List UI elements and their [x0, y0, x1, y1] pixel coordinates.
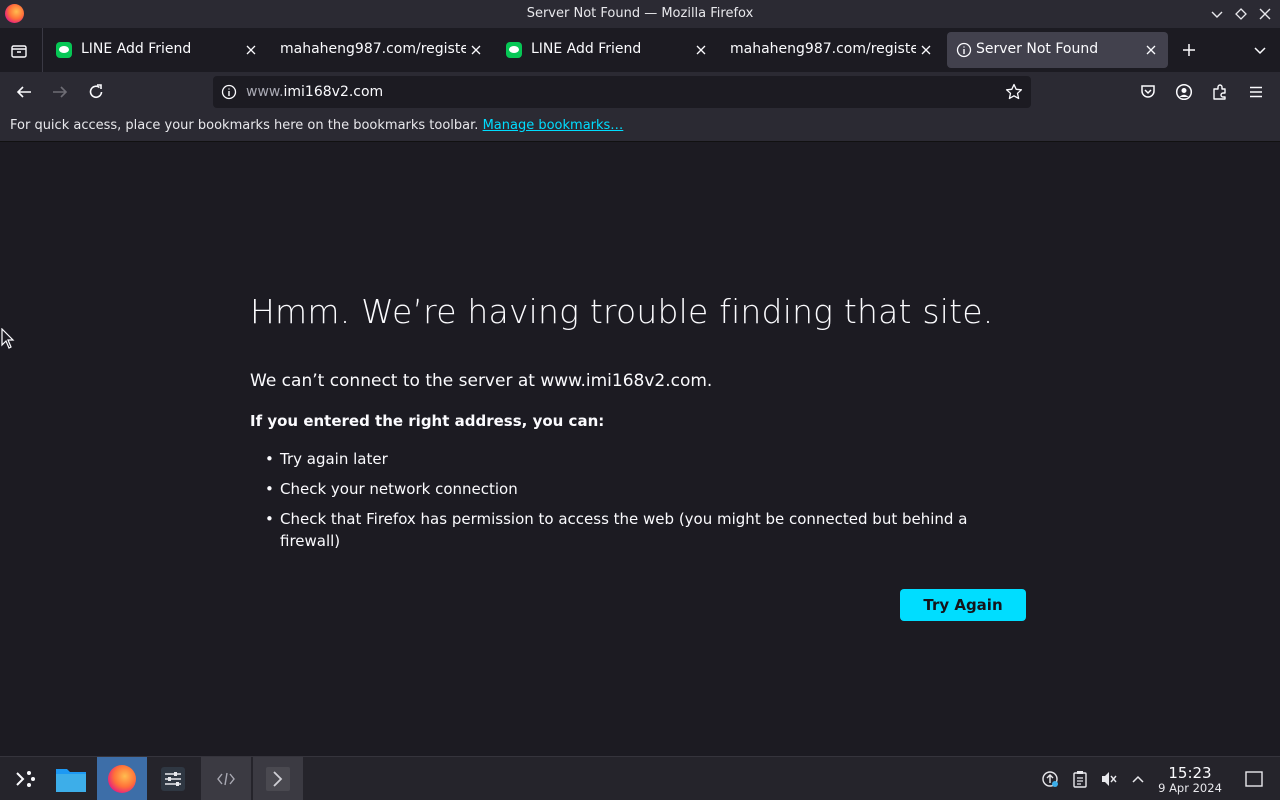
bookmarks-toolbar: For quick access, place your bookmarks h…: [0, 112, 1280, 142]
tab-label: mahaheng987.com/register: [730, 41, 916, 57]
suggestion-item: Check your network connection: [265, 478, 1000, 500]
show-desktop-icon[interactable]: [1244, 769, 1264, 789]
bookmark-star-icon[interactable]: [1005, 83, 1023, 101]
clock-time: 15:23: [1168, 764, 1212, 782]
suggestion-list: Try again later Check your network conne…: [265, 448, 1000, 560]
info-icon: [956, 42, 972, 58]
network-updates-icon[interactable]: [1040, 769, 1060, 789]
clipboard-icon[interactable]: [1070, 769, 1090, 789]
tab-strip-divider: [42, 28, 43, 72]
close-tab-icon[interactable]: [693, 42, 709, 58]
bookmarks-hint: For quick access, place your bookmarks h…: [10, 118, 623, 133]
site-info-icon[interactable]: [221, 84, 237, 100]
mouse-pointer-icon: [1, 327, 15, 354]
app-launcher-icon[interactable]: [0, 757, 50, 800]
chevron-down-icon[interactable]: [1249, 39, 1271, 61]
error-heading: Hmm. We’re having trouble finding that s…: [250, 292, 994, 331]
bookmarks-hint-text: For quick access, place your bookmarks h…: [10, 118, 479, 133]
reload-icon[interactable]: [84, 80, 108, 104]
error-description: We can’t connect to the server at www.im…: [250, 371, 713, 391]
chevron-up-icon[interactable]: [1128, 769, 1148, 789]
tab-server-not-found[interactable]: Server Not Found: [947, 32, 1168, 68]
url-text[interactable]: www.imi168v2.com: [246, 84, 383, 100]
close-tab-icon[interactable]: [1143, 42, 1159, 58]
manage-bookmarks-link[interactable]: Manage bookmarks…: [483, 118, 624, 133]
address-bar[interactable]: www.imi168v2.com: [213, 76, 1031, 108]
close-tab-icon[interactable]: [468, 42, 484, 58]
suggestion-item: Check that Firefox has permission to acc…: [265, 508, 1000, 552]
url-prefix: www.: [246, 84, 284, 100]
window-title: Server Not Found — Mozilla Firefox: [526, 6, 754, 21]
system-taskbar: 15:23 9 Apr 2024: [0, 756, 1280, 800]
tab-label: LINE Add Friend: [81, 41, 192, 57]
tab-line-add-friend-2[interactable]: LINE Add Friend: [497, 32, 719, 68]
account-icon[interactable]: [1172, 80, 1196, 104]
taskbar-firefox-icon[interactable]: [97, 757, 147, 800]
page-content: Hmm. We’re having trouble finding that s…: [0, 142, 1280, 756]
volume-muted-icon[interactable]: [1099, 769, 1119, 789]
url-domain: imi168v2.com: [283, 84, 384, 100]
suggestion-item: Try again later: [265, 448, 1000, 470]
hamburger-menu-icon[interactable]: [1244, 80, 1268, 104]
tab-label: mahaheng987.com/register: [280, 41, 466, 57]
tab-line-add-friend-1[interactable]: LINE Add Friend: [47, 32, 269, 68]
back-arrow-icon[interactable]: [12, 80, 36, 104]
close-tab-icon[interactable]: [243, 42, 259, 58]
title-bar: Server Not Found — Mozilla Firefox: [0, 0, 1280, 28]
try-again-button[interactable]: Try Again: [900, 589, 1026, 621]
tab-mahaheng-register-2[interactable]: mahaheng987.com/register: [722, 32, 944, 68]
terminal-icon[interactable]: [253, 757, 303, 800]
extensions-puzzle-icon[interactable]: [1208, 80, 1232, 104]
forward-arrow-icon[interactable]: [48, 80, 72, 104]
close-tab-icon[interactable]: [918, 42, 934, 58]
minimize-icon[interactable]: [1207, 4, 1227, 24]
code-editor-icon[interactable]: [201, 757, 251, 800]
new-tab-plus-icon[interactable]: [1178, 39, 1200, 61]
clock-date: 9 Apr 2024: [1158, 781, 1222, 795]
suggestion-title: If you entered the right address, you ca…: [250, 412, 605, 430]
pocket-icon[interactable]: [1136, 80, 1160, 104]
list-all-tabs-icon[interactable]: [8, 40, 30, 62]
tab-strip: LINE Add Friend mahaheng987.com/register…: [0, 28, 1280, 72]
close-window-icon[interactable]: [1255, 4, 1275, 24]
line-app-icon: [56, 42, 72, 58]
navigation-toolbar: www.imi168v2.com: [0, 72, 1280, 112]
maximize-icon[interactable]: [1231, 4, 1251, 24]
line-app-icon: [506, 42, 522, 58]
tab-label: Server Not Found: [976, 41, 1099, 57]
tab-label: LINE Add Friend: [531, 41, 642, 57]
file-manager-icon[interactable]: [46, 757, 96, 800]
clock[interactable]: 15:23 9 Apr 2024: [1155, 765, 1225, 795]
tab-mahaheng-register-1[interactable]: mahaheng987.com/register: [272, 32, 494, 68]
settings-sliders-icon[interactable]: [148, 757, 198, 800]
